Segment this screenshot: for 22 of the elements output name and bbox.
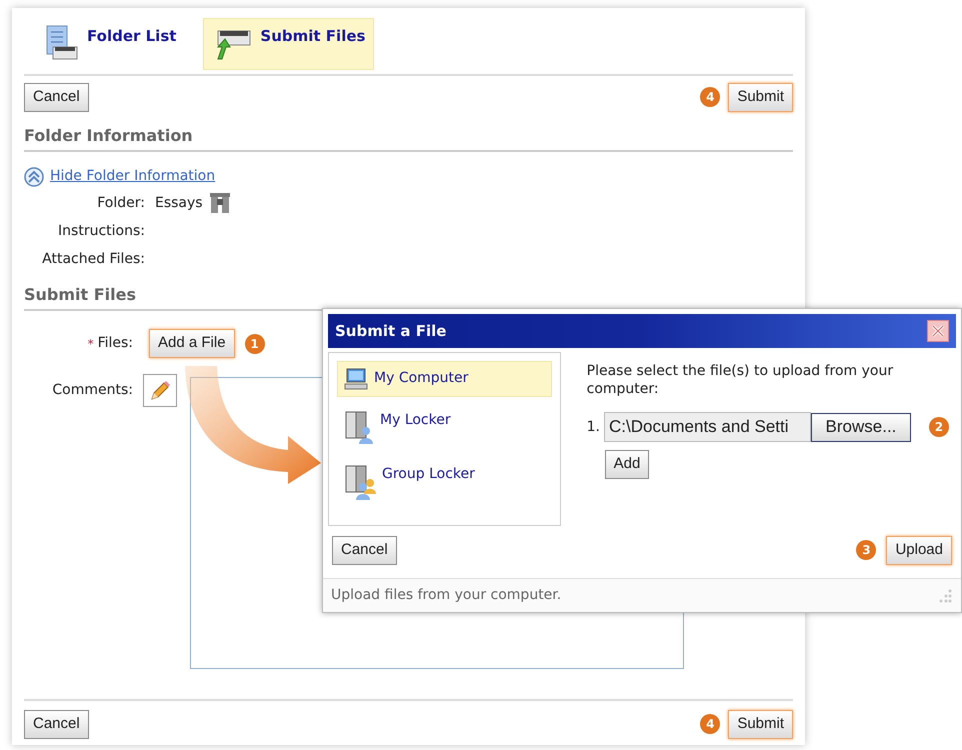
upload-prompt: Please select the file(s) to upload from your computer:	[586, 362, 894, 398]
required-mark: *	[88, 336, 94, 352]
row-number: 1.	[586, 418, 600, 436]
step-number: 4	[700, 714, 720, 734]
step-number: 3	[856, 540, 876, 560]
field-label: Instructions:	[58, 223, 145, 239]
source-label: Group Locker	[382, 465, 475, 484]
dialog-title: Submit a File	[335, 320, 446, 342]
step-number: 2	[928, 417, 949, 437]
status-text: Upload files from your computer.	[331, 586, 562, 605]
source-label: My Computer	[374, 369, 468, 388]
field-label: Attached Files:	[42, 251, 145, 267]
step-number: 4	[700, 87, 720, 107]
field-label: Comments:	[52, 382, 133, 398]
field-label: Files:	[98, 334, 133, 353]
section-heading: Folder Information	[24, 124, 793, 152]
source-label: My Locker	[380, 411, 451, 430]
tab-label: Submit Files	[260, 26, 366, 47]
step-number: 1	[244, 334, 265, 354]
field-value: Essays	[155, 194, 203, 212]
field-label: Folder:	[97, 195, 145, 211]
tab-label: Folder List	[87, 26, 176, 47]
